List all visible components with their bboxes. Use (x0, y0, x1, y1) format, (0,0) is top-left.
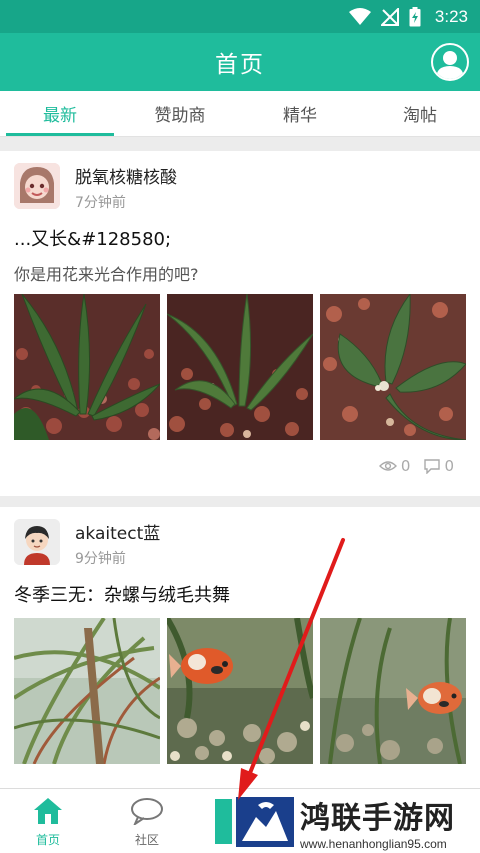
post-author[interactable]: 脱氧核糖核酸 7分钟前 (14, 163, 177, 212)
views-stat: 0 (378, 457, 411, 475)
post-card[interactable]: 脱氧核糖核酸 7分钟前 ...又长&#128580; 你是用花来光合作用的吧? (0, 151, 480, 496)
nav-community[interactable]: 社区 (117, 797, 177, 848)
site-logo-icon (236, 796, 294, 847)
watermark-url: www.henanhonglian95.com (300, 836, 447, 851)
author-name[interactable]: 脱氧核糖核酸 (75, 163, 177, 188)
comments-stat[interactable]: 0 (424, 457, 454, 475)
nav-home[interactable]: 首页 (18, 797, 78, 848)
post-title[interactable]: ...又长&#128580; (14, 225, 171, 251)
post-photo[interactable] (14, 294, 160, 440)
no-signal-icon (380, 7, 399, 26)
post-photos (14, 618, 466, 764)
post-stats: 0 0 (378, 457, 454, 475)
watermark: 鸿联手游网 www.henanhonglian95.com (232, 790, 480, 853)
views-count: 0 (400, 457, 411, 475)
nav-community-label: 社区 (134, 833, 159, 847)
avatar[interactable] (14, 519, 60, 565)
home-icon (34, 798, 62, 824)
tab-latest[interactable]: 最新 (0, 91, 120, 136)
tab-featured[interactable]: 精华 (240, 91, 360, 136)
post-card[interactable]: akaitect蓝 9分钟前 冬季三无：杂螺与绒毛共舞 (0, 507, 480, 788)
profile-button[interactable] (431, 43, 469, 81)
page-title: 首页 (215, 52, 265, 78)
battery-icon (409, 6, 421, 26)
post-feed[interactable]: 脱氧核糖核酸 7分钟前 ...又长&#128580; 你是用花来光合作用的吧? (0, 137, 480, 788)
comment-icon (424, 458, 441, 474)
tab-bar: 最新 赞助商 精华 淘帖 (0, 91, 480, 137)
clock: 3:23 (434, 6, 468, 26)
app-bar: 首页 (0, 33, 480, 91)
chat-icon (131, 798, 163, 825)
wifi-icon (348, 7, 371, 25)
tab-sponsors[interactable]: 赞助商 (120, 91, 240, 136)
post-photo[interactable] (320, 294, 466, 440)
post-photos (14, 294, 466, 440)
post-excerpt[interactable]: 你是用花来光合作用的吧? (14, 261, 199, 285)
post-title[interactable]: 冬季三无：杂螺与绒毛共舞 (14, 581, 230, 607)
author-name[interactable]: akaitect蓝 (75, 519, 160, 544)
post-photo[interactable] (167, 618, 313, 764)
user-icon (436, 51, 464, 79)
post-time: 9分钟前 (75, 551, 126, 567)
post-photo[interactable] (167, 294, 313, 440)
post-author[interactable]: akaitect蓝 9分钟前 (14, 519, 160, 568)
status-bar: 3:23 (0, 0, 480, 33)
nav-home-label: 首页 (35, 833, 60, 847)
tab-tao-posts[interactable]: 淘帖 (360, 91, 480, 136)
comments-count: 0 (444, 457, 454, 475)
post-photo[interactable] (14, 618, 160, 764)
avatar[interactable] (14, 163, 60, 209)
post-photo[interactable] (320, 618, 466, 764)
watermark-title: 鸿联手游网 (300, 800, 455, 836)
post-time: 7分钟前 (75, 195, 126, 211)
eye-icon (378, 461, 397, 471)
